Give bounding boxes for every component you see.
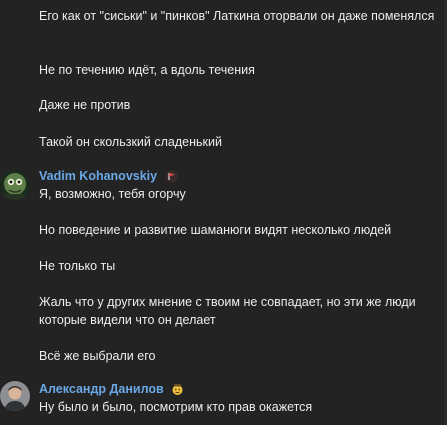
message-text: Но поведение и развитие шаманюги видят н…	[39, 223, 392, 237]
message-text: Такой он скользкий сладенький	[39, 135, 222, 149]
author-name-aleksandr[interactable]: Александр Данилов	[39, 380, 184, 398]
message-text: Всё же выбрали его	[39, 349, 156, 363]
author-name-label: Александр Данилов	[39, 382, 164, 396]
message-text: Жаль что у других мнение с твоим не совп…	[39, 295, 416, 327]
avatar-aleksandr[interactable]	[0, 381, 30, 411]
message-text: Не только ты	[39, 259, 116, 273]
chat-history: Его как от "сиськи" и "пинков" Латкина о…	[0, 0, 447, 425]
message-text: Его как от "сиськи" и "пинков" Латкина о…	[39, 9, 435, 23]
green-creature-avatar-icon	[0, 170, 30, 200]
flag-badge-icon	[165, 170, 178, 183]
emoji-badge-icon	[171, 383, 184, 396]
author-name-vadim[interactable]: Vadim Kohanovskiy	[39, 167, 178, 185]
person-photo-avatar-icon	[0, 381, 30, 411]
message-text: Я, возможно, тебя огорчу	[39, 187, 186, 201]
message-text: Не по течению идёт, а вдоль течения	[39, 63, 255, 77]
avatar-vadim[interactable]	[0, 170, 30, 200]
message-text: Ну было и было, посмотрим кто прав окаже…	[39, 400, 313, 414]
author-name-label: Vadim Kohanovskiy	[39, 169, 158, 183]
message-text: Даже не против	[39, 98, 131, 112]
